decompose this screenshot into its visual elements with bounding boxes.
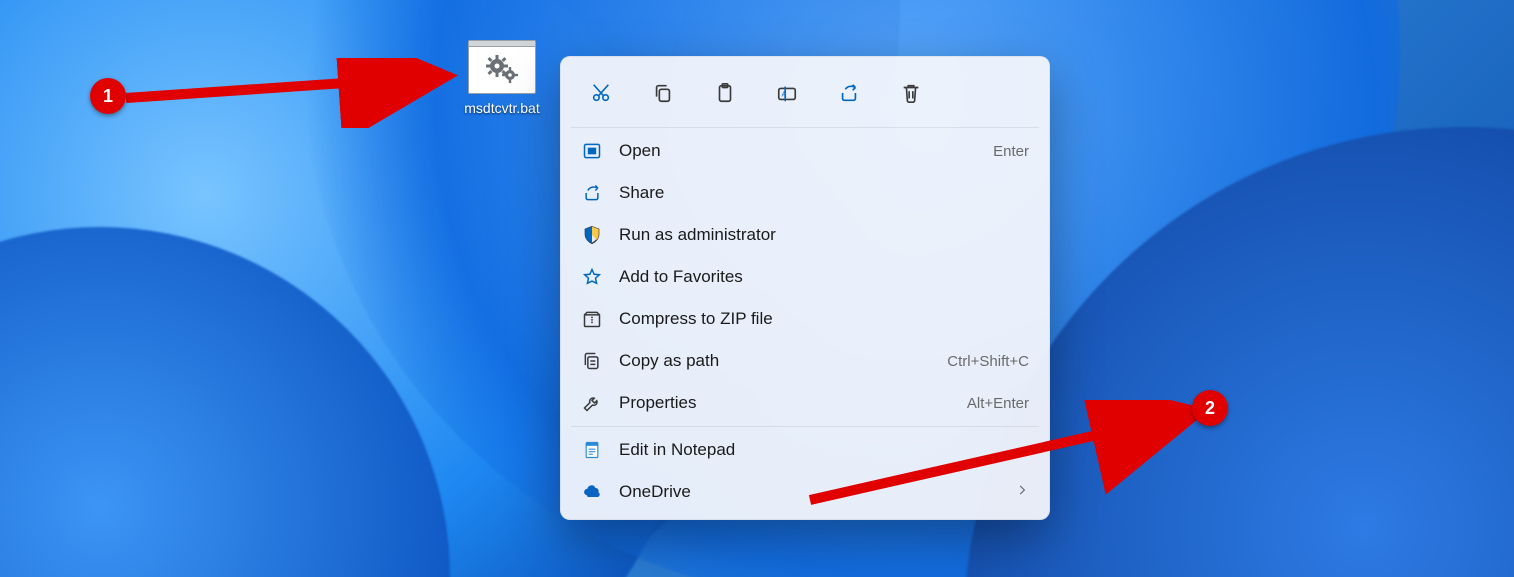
open-icon	[581, 140, 603, 162]
rename-icon: A	[776, 82, 798, 104]
context-menu: A Open Enter Share Run as administrator	[560, 56, 1050, 520]
menu-item-copy-as-path[interactable]: Copy as path Ctrl+Shift+C	[567, 340, 1043, 382]
svg-text:A: A	[782, 90, 787, 99]
star-icon	[581, 266, 603, 288]
trash-icon	[900, 82, 922, 104]
zip-icon	[581, 308, 603, 330]
menu-item-favorites[interactable]: Add to Favorites	[567, 256, 1043, 298]
chevron-right-icon	[1015, 482, 1029, 502]
copy-button[interactable]	[641, 73, 685, 113]
gears-icon	[483, 54, 521, 84]
menu-item-open[interactable]: Open Enter	[567, 130, 1043, 172]
menu-item-edit-notepad[interactable]: Edit in Notepad	[567, 429, 1043, 471]
menu-item-label: Compress to ZIP file	[619, 309, 1013, 329]
menu-item-properties[interactable]: Properties Alt+Enter	[567, 382, 1043, 424]
shield-icon	[581, 224, 603, 246]
rename-button[interactable]: A	[765, 73, 809, 113]
menu-separator	[571, 426, 1039, 427]
menu-item-label: Open	[619, 141, 977, 161]
menu-item-onedrive[interactable]: OneDrive	[567, 471, 1043, 513]
menu-item-share[interactable]: Share	[567, 172, 1043, 214]
menu-item-compress-zip[interactable]: Compress to ZIP file	[567, 298, 1043, 340]
menu-item-label: Copy as path	[619, 351, 931, 371]
paste-button[interactable]	[703, 73, 747, 113]
annotation-badge-2: 2	[1192, 390, 1228, 426]
desktop-file-icon[interactable]: msdtcvtr.bat	[460, 40, 544, 116]
menu-item-label: Add to Favorites	[619, 267, 1013, 287]
annotation-badge-1: 1	[90, 78, 126, 114]
wrench-icon	[581, 392, 603, 414]
desktop-file-label: msdtcvtr.bat	[460, 100, 544, 116]
menu-item-run-as-admin[interactable]: Run as administrator	[567, 214, 1043, 256]
menu-item-label: OneDrive	[619, 482, 999, 502]
share-arrow-icon	[838, 82, 860, 104]
menu-item-label: Run as administrator	[619, 225, 1013, 245]
share-button[interactable]	[827, 73, 871, 113]
menu-item-label: Properties	[619, 393, 951, 413]
menu-item-label: Edit in Notepad	[619, 440, 1013, 460]
paste-icon	[714, 82, 736, 104]
copy-icon	[652, 82, 674, 104]
menu-item-label: Share	[619, 183, 1013, 203]
notepad-icon	[581, 439, 603, 461]
bat-file-thumbnail	[468, 40, 536, 94]
menu-separator	[571, 127, 1039, 128]
cut-button[interactable]	[579, 73, 623, 113]
share-icon	[581, 182, 603, 204]
menu-item-shortcut: Alt+Enter	[967, 395, 1029, 412]
scissors-icon	[590, 82, 612, 104]
onedrive-icon	[581, 481, 603, 503]
copy-path-icon	[581, 350, 603, 372]
delete-button[interactable]	[889, 73, 933, 113]
menu-item-shortcut: Ctrl+Shift+C	[947, 353, 1029, 370]
context-menu-toolbar: A	[567, 63, 1043, 125]
menu-item-shortcut: Enter	[993, 143, 1029, 160]
